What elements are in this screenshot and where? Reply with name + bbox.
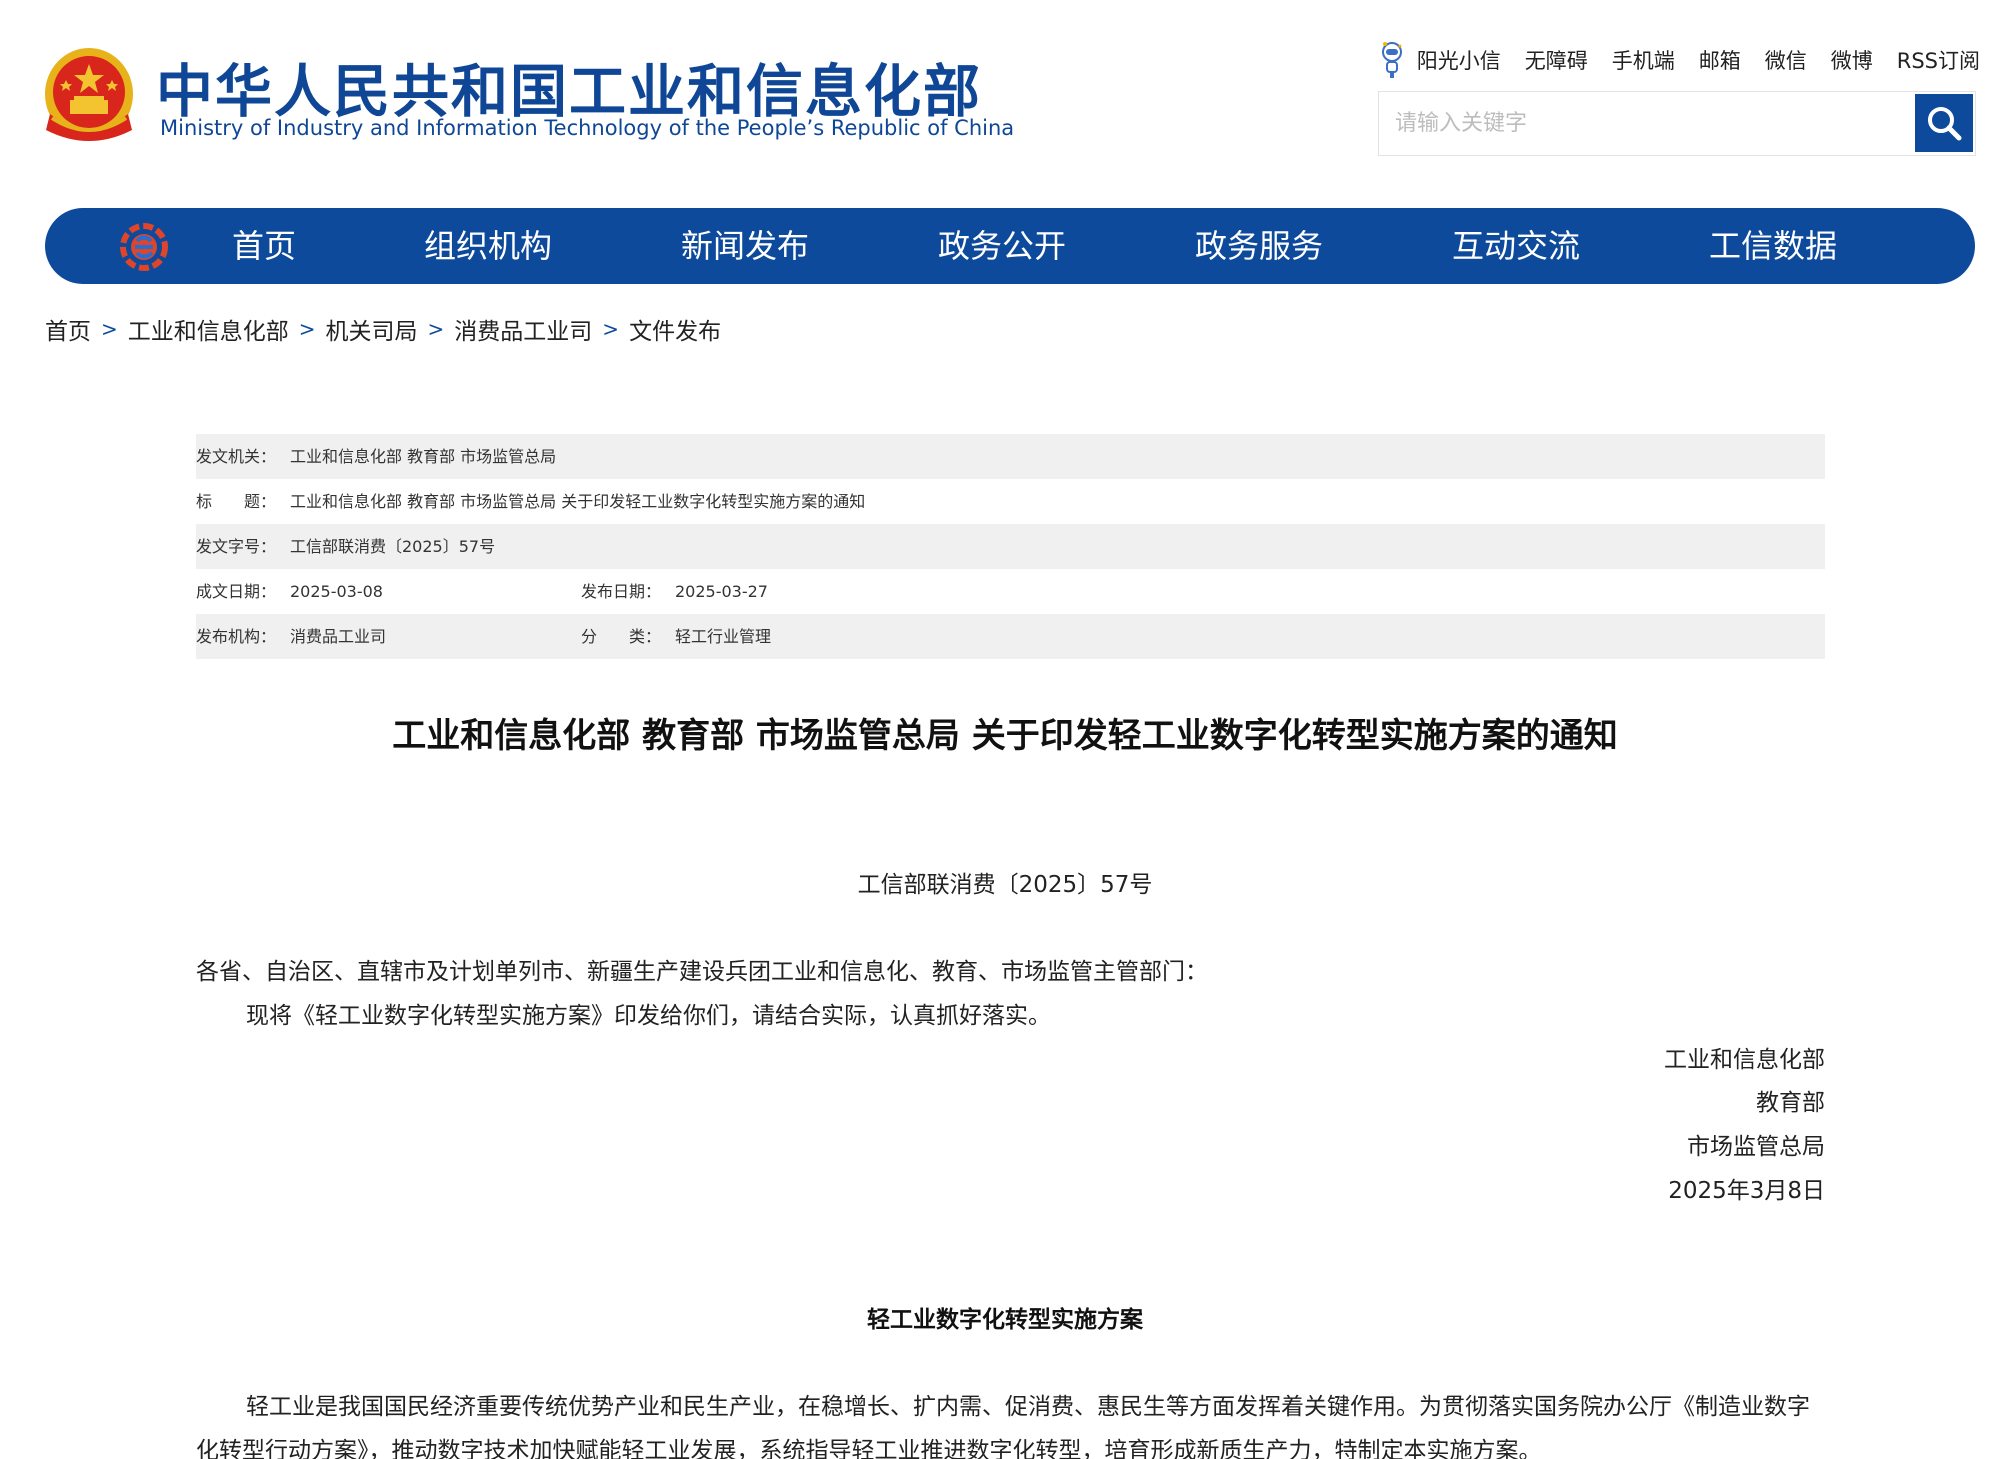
- nav-organization[interactable]: 组织机构: [424, 208, 552, 284]
- nav-home[interactable]: 首页: [232, 208, 296, 284]
- breadcrumb: 首页 > 工业和信息化部 > 机关司局 > 消费品工业司 > 文件发布: [45, 312, 721, 346]
- meta-docno-value: 工信部联消费〔2025〕57号: [290, 524, 495, 569]
- meta-org-label: 发布机构：: [196, 614, 276, 659]
- search-box: [1378, 91, 1976, 156]
- nav-interaction[interactable]: 互动交流: [1452, 208, 1580, 284]
- site-header: 中华人民共和国工业和信息化部 Ministry of Industry and …: [0, 0, 2010, 200]
- breadcrumb-miit[interactable]: 工业和信息化部: [128, 312, 289, 346]
- national-emblem-logo[interactable]: [42, 44, 136, 148]
- meta-row-org: 发布机构： 消费品工业司 分 类： 轻工行业管理: [196, 614, 1825, 659]
- meta-row-issuer: 发文机关： 工业和信息化部 教育部 市场监管总局: [196, 434, 1825, 479]
- link-mailbox[interactable]: 邮箱: [1699, 45, 1741, 75]
- signature-moe: 教育部: [1756, 1083, 1825, 1117]
- meta-org-value: 消费品工业司: [290, 614, 386, 659]
- search-button[interactable]: [1915, 94, 1973, 152]
- signature-samr: 市场监管总局: [1687, 1127, 1825, 1161]
- site-subtitle: Ministry of Industry and Information Tec…: [160, 116, 1014, 140]
- breadcrumb-separator: >: [101, 317, 118, 341]
- nav-government-services[interactable]: 政务服务: [1195, 208, 1323, 284]
- top-links: 阳光小信 无障碍 手机端 邮箱 微信 微博 RSS订阅: [1377, 40, 1980, 80]
- breadcrumb-departments[interactable]: 机关司局: [326, 312, 418, 346]
- signature-miit: 工业和信息化部: [1664, 1040, 1825, 1074]
- recipients-paragraph: 各省、自治区、直辖市及计划单列市、新疆生产建设兵团工业和信息化、教育、市场监管主…: [196, 952, 1208, 986]
- meta-docno-label: 发文字号：: [196, 524, 276, 569]
- breadcrumb-separator: >: [602, 317, 619, 341]
- meta-written-label: 成文日期：: [196, 569, 276, 614]
- breadcrumb-consumer-goods-dept[interactable]: 消费品工业司: [454, 312, 592, 346]
- link-accessibility[interactable]: 无障碍: [1525, 45, 1588, 75]
- meta-published-label: 发布日期：: [581, 569, 661, 614]
- link-wechat[interactable]: 微信: [1765, 45, 1807, 75]
- link-rss[interactable]: RSS订阅: [1897, 45, 1980, 75]
- meta-title-label: 标 题：: [196, 479, 276, 524]
- meta-category-value: 轻工行业管理: [675, 614, 771, 659]
- breadcrumb-separator: >: [428, 317, 445, 341]
- meta-row-docno: 发文字号： 工信部联消费〔2025〕57号: [196, 524, 1825, 569]
- notice-paragraph: 现将《轻工业数字化转型实施方案》印发给你们，请结合实际，认真抓好落实。: [246, 996, 1051, 1030]
- breadcrumb-home[interactable]: 首页: [45, 312, 91, 346]
- nav-government-affairs[interactable]: 政务公开: [938, 208, 1066, 284]
- plan-title: 轻工业数字化转型实施方案: [0, 1300, 2010, 1334]
- nav-data[interactable]: 工信数据: [1709, 208, 1837, 284]
- meta-category-label: 分 类：: [581, 614, 661, 659]
- meta-issuer-label: 发文机关：: [196, 434, 276, 479]
- document-number: 工信部联消费〔2025〕57号: [0, 865, 2010, 899]
- meta-issuer-value: 工业和信息化部 教育部 市场监管总局: [290, 434, 556, 479]
- miit-logo-icon[interactable]: [119, 222, 169, 272]
- link-sunshine-xiaoxin[interactable]: 阳光小信: [1417, 45, 1501, 75]
- article-title: 工业和信息化部 教育部 市场监管总局 关于印发轻工业数字化转型实施方案的通知: [0, 708, 2010, 757]
- search-input[interactable]: [1379, 92, 1915, 155]
- signature-date: 2025年3月8日: [1668, 1171, 1825, 1205]
- document-metadata: 发文机关： 工业和信息化部 教育部 市场监管总局 标 题： 工业和信息化部 教育…: [196, 434, 1825, 659]
- plan-intro-paragraph: 轻工业是我国国民经济重要传统优势产业和民生产业，在稳增长、扩内需、促消费、惠民生…: [196, 1385, 1825, 1459]
- main-nav: 首页 组织机构 新闻发布 政务公开 政务服务 互动交流 工信数据: [45, 208, 1975, 284]
- meta-published-value: 2025-03-27: [675, 569, 768, 614]
- meta-title-value: 工业和信息化部 教育部 市场监管总局 关于印发轻工业数字化转型实施方案的通知: [290, 479, 865, 524]
- nav-news[interactable]: 新闻发布: [681, 208, 809, 284]
- link-weibo[interactable]: 微博: [1831, 45, 1873, 75]
- meta-row-title: 标 题： 工业和信息化部 教育部 市场监管总局 关于印发轻工业数字化转型实施方案…: [196, 479, 1825, 524]
- breadcrumb-documents[interactable]: 文件发布: [629, 312, 721, 346]
- link-mobile[interactable]: 手机端: [1612, 45, 1675, 75]
- meta-written-value: 2025-03-08: [290, 569, 383, 614]
- robot-assistant-icon[interactable]: [1377, 40, 1407, 80]
- meta-row-dates: 成文日期： 2025-03-08 发布日期： 2025-03-27: [196, 569, 1825, 614]
- breadcrumb-separator: >: [299, 317, 316, 341]
- search-icon: [1925, 104, 1963, 142]
